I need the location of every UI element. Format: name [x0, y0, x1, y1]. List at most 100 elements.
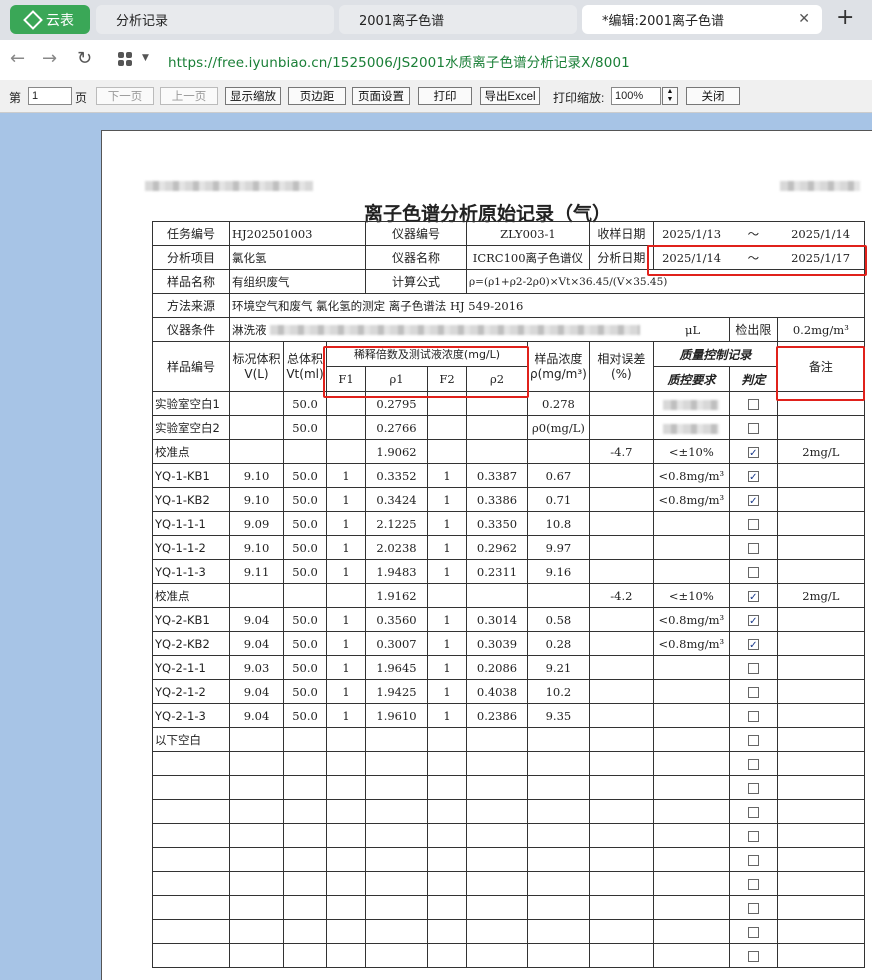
cell-f2[interactable]: [427, 415, 467, 440]
page-setup-button[interactable]: 页面设置: [352, 87, 410, 105]
cell-err[interactable]: [588, 511, 654, 536]
cell-f1[interactable]: [326, 799, 366, 824]
sample-name-value[interactable]: 有组织废气: [229, 269, 366, 294]
cell-f2[interactable]: 1: [427, 679, 467, 704]
cell-remark[interactable]: [776, 655, 865, 680]
cell-remark[interactable]: [776, 631, 865, 656]
cell-remark[interactable]: [776, 775, 865, 800]
cell-v[interactable]: [229, 775, 284, 800]
reload-icon[interactable]: ↻: [77, 48, 92, 69]
cell-p2[interactable]: [466, 727, 528, 752]
cell-conc[interactable]: 0.71: [527, 487, 590, 512]
cell-vt[interactable]: 50.0: [283, 559, 327, 584]
checkbox-checked-icon[interactable]: ✓: [747, 591, 759, 603]
task-no-value[interactable]: HJ202501003: [229, 221, 366, 246]
cell-vt[interactable]: [283, 439, 327, 464]
cell-f1[interactable]: 1: [326, 631, 366, 656]
cell-conc[interactable]: 0.278: [527, 391, 590, 416]
cell-p1[interactable]: [365, 847, 428, 872]
cell-req[interactable]: [652, 775, 730, 800]
cell-p1[interactable]: 0.2766: [365, 415, 428, 440]
cell-id[interactable]: 校准点: [152, 583, 230, 608]
cell-conc[interactable]: [527, 775, 590, 800]
cell-err[interactable]: [588, 823, 654, 848]
cell-v[interactable]: [229, 415, 284, 440]
cell-conc[interactable]: [527, 751, 590, 776]
cell-p2[interactable]: [466, 775, 528, 800]
cell-remark[interactable]: 2mg/L: [776, 583, 865, 608]
url-text[interactable]: https://free.iyunbiao.cn/1525006/JS2001水…: [168, 51, 630, 71]
cell-f2[interactable]: [427, 775, 467, 800]
cell-remark[interactable]: [776, 751, 865, 776]
cell-f1[interactable]: [326, 943, 366, 968]
cell-p1[interactable]: [365, 751, 428, 776]
cell-vt[interactable]: [283, 799, 327, 824]
cell-conc[interactable]: [527, 439, 590, 464]
cell-vt[interactable]: 50.0: [283, 655, 327, 680]
cell-id[interactable]: YQ-2-KB1: [152, 607, 230, 632]
cell-f2[interactable]: [427, 583, 467, 608]
cell-p2[interactable]: [466, 439, 528, 464]
cell-f2[interactable]: [427, 895, 467, 920]
cell-f1[interactable]: [326, 415, 366, 440]
cell-conc[interactable]: 0.67: [527, 463, 590, 488]
cell-err[interactable]: -4.2: [588, 583, 654, 608]
cell-vt[interactable]: 50.0: [283, 535, 327, 560]
cell-remark[interactable]: [776, 559, 865, 584]
cell-id[interactable]: YQ-1-KB2: [152, 487, 230, 512]
cell-p2[interactable]: 0.4038: [466, 679, 528, 704]
cell-req[interactable]: [652, 871, 730, 896]
cell-err[interactable]: [588, 463, 654, 488]
cell-req[interactable]: [652, 535, 730, 560]
cell-p1[interactable]: 0.3352: [365, 463, 428, 488]
cell-req[interactable]: <0.8mg/m³: [652, 463, 730, 488]
cell-f1[interactable]: 1: [326, 511, 366, 536]
checkbox-checked-icon[interactable]: ✓: [747, 615, 759, 627]
cell-vt[interactable]: 50.0: [283, 631, 327, 656]
cell-v[interactable]: [229, 943, 284, 968]
cell-remark[interactable]: [776, 607, 865, 632]
cell-vt[interactable]: [283, 895, 327, 920]
cell-v[interactable]: 9.04: [229, 631, 284, 656]
cell-f1[interactable]: 1: [326, 655, 366, 680]
next-page-button[interactable]: 下一页: [96, 87, 154, 105]
cell-err[interactable]: [588, 487, 654, 512]
checkbox-icon[interactable]: [747, 687, 759, 698]
cell-err[interactable]: [588, 631, 654, 656]
recv-date-from[interactable]: 2025/1/13: [652, 221, 730, 246]
cell-p1[interactable]: [365, 919, 428, 944]
cell-f1[interactable]: 1: [326, 535, 366, 560]
cell-v[interactable]: [229, 895, 284, 920]
cell-id[interactable]: YQ-1-1-1: [152, 511, 230, 536]
cell-conc[interactable]: [527, 727, 590, 752]
cell-id[interactable]: [152, 871, 230, 896]
cell-err[interactable]: [588, 391, 654, 416]
cell-conc[interactable]: 9.35: [527, 703, 590, 728]
checkbox-icon[interactable]: [747, 759, 759, 770]
cell-vt[interactable]: 50.0: [283, 391, 327, 416]
cell-f2[interactable]: [427, 871, 467, 896]
cell-v[interactable]: [229, 919, 284, 944]
cell-f2[interactable]: 1: [427, 703, 467, 728]
cell-req[interactable]: [652, 943, 730, 968]
cell-req[interactable]: [652, 703, 730, 728]
cell-id[interactable]: [152, 751, 230, 776]
cell-f1[interactable]: [326, 727, 366, 752]
cell-remark[interactable]: [776, 943, 865, 968]
cell-p2[interactable]: 0.2311: [466, 559, 528, 584]
cell-conc[interactable]: [527, 847, 590, 872]
cell-remark[interactable]: [776, 463, 865, 488]
cell-vt[interactable]: [283, 871, 327, 896]
checkbox-checked-icon[interactable]: ✓: [747, 471, 759, 483]
tab-ion-chrom[interactable]: 2001离子色谱: [339, 5, 577, 34]
tab-edit-ion-chrom[interactable]: *编辑:2001离子色谱 ✕: [582, 5, 822, 34]
cell-id[interactable]: [152, 823, 230, 848]
forward-arrow-icon[interactable]: →: [42, 48, 57, 69]
cell-req[interactable]: [652, 511, 730, 536]
cell-p1[interactable]: [365, 895, 428, 920]
cell-err[interactable]: -4.7: [588, 439, 654, 464]
cell-req[interactable]: [652, 919, 730, 944]
cell-err[interactable]: [588, 727, 654, 752]
cell-id[interactable]: 校准点: [152, 439, 230, 464]
cell-req[interactable]: <0.8mg/m³: [652, 487, 730, 512]
